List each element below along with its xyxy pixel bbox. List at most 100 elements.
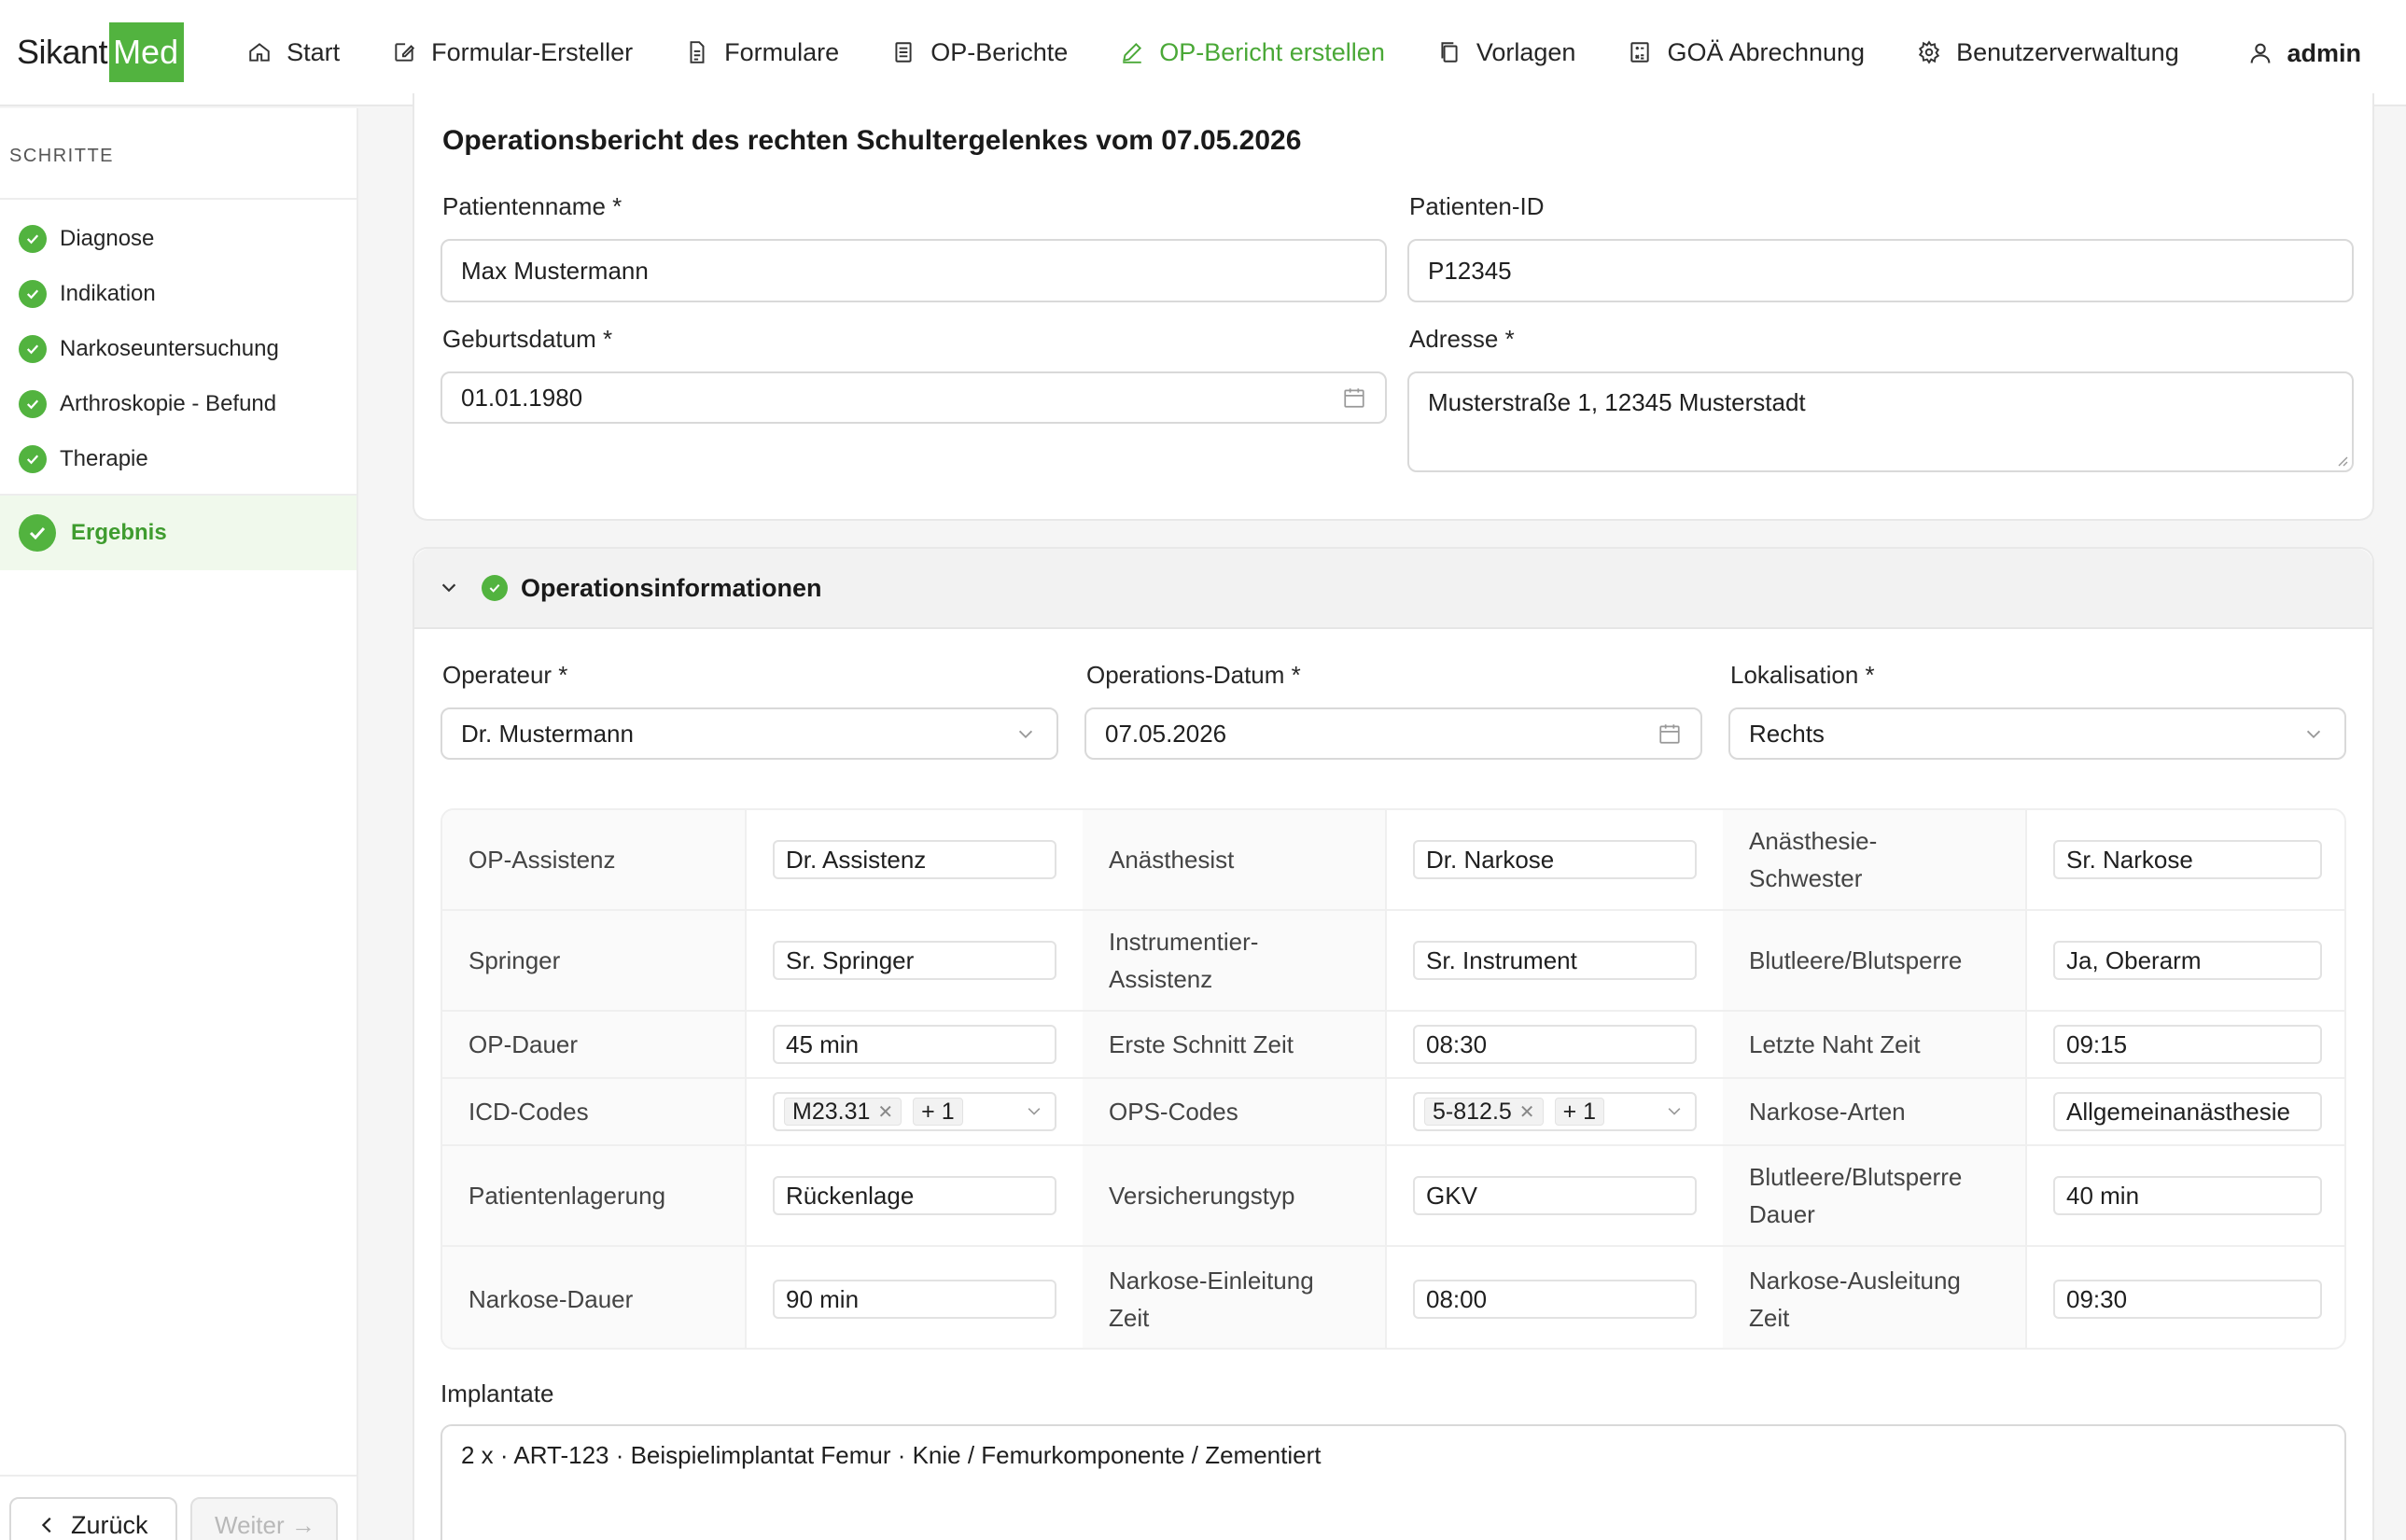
last-suture-time-input[interactable]: 09:15	[2053, 1025, 2322, 1064]
patient-id-input[interactable]: P12345	[1407, 239, 2354, 302]
step-therapie[interactable]: Therapie	[0, 431, 357, 486]
field-cell: Sr. Instrument	[1385, 911, 1723, 1010]
check-icon	[19, 334, 47, 363]
field-label: Anästhesie-Schwester	[1723, 810, 2025, 909]
chevron-left-icon	[41, 1517, 51, 1533]
sidebar-footer: Zurück Weiter →	[0, 1475, 357, 1540]
nav-item-user-management[interactable]: Benutzerverwaltung	[1891, 0, 2205, 105]
operator-value: Dr. Mustermann	[461, 719, 634, 748]
patient-positioning-input[interactable]: Rückenlage	[773, 1176, 1056, 1215]
implants-textarea[interactable]: 2 x · ART-123 · Beispielimplantat Femur …	[441, 1424, 2346, 1540]
field-cell: Sr. Springer	[745, 911, 1083, 1010]
nav-label: Vorlagen	[1476, 37, 1576, 66]
field-label: Narkose-Dauer	[442, 1247, 745, 1348]
calendar-icon[interactable]	[1342, 385, 1366, 410]
patient-name-input[interactable]: Max Mustermann	[441, 239, 1387, 302]
operator-select[interactable]: Dr. Mustermann	[441, 707, 1058, 760]
user-name: admin	[2287, 38, 2361, 67]
field-label: Narkose-Arten	[1723, 1079, 2025, 1144]
steps-sidebar: SCHRITTE Diagnose Indikation Narkoseunte…	[0, 108, 358, 1540]
nav-label: OP-Bericht erstellen	[1159, 37, 1385, 66]
op-date-label: Operations-Datum *	[1086, 661, 1301, 689]
nav-label: Benutzerverwaltung	[1956, 37, 2179, 66]
next-button[interactable]: Weiter →	[190, 1497, 338, 1540]
operation-details-grid: OP-Assistenz Dr. Assistenz Anästhesist D…	[441, 808, 2346, 1350]
field-label: Narkose-Einleitung Zeit	[1083, 1247, 1385, 1348]
anesthesia-nurse-input[interactable]: Sr. Narkose	[2053, 840, 2322, 879]
op-date-input[interactable]: 07.05.2026	[1084, 707, 1702, 760]
nav-item-op-reports[interactable]: OP-Berichte	[865, 0, 1094, 105]
step-indikation[interactable]: Indikation	[0, 266, 357, 321]
nav-label: Formular-Ersteller	[431, 37, 634, 66]
operation-info-header[interactable]: Operationsinformationen	[414, 549, 2372, 629]
springer-input[interactable]: Sr. Springer	[773, 941, 1056, 980]
tourniquet-input[interactable]: Ja, Oberarm	[2053, 941, 2322, 980]
step-label: Ergebnis	[71, 520, 167, 545]
pen-icon	[1123, 42, 1142, 63]
patient-id-value: P12345	[1428, 256, 1512, 285]
table-row: OP-Dauer 45 min Erste Schnitt Zeit 08:30…	[442, 1012, 2344, 1079]
list-icon	[895, 42, 912, 63]
nav-item-start[interactable]: Start	[221, 0, 366, 105]
nav-item-create-op-report[interactable]: OP-Bericht erstellen	[1094, 0, 1411, 105]
more-tags-badge: + 1	[913, 1098, 963, 1126]
check-icon	[19, 279, 47, 308]
user-menu[interactable]: admin	[2247, 0, 2361, 106]
field-label: Versicherungstyp	[1083, 1146, 1385, 1245]
remove-tag-icon[interactable]: ✕	[877, 1100, 893, 1124]
field-cell: Allgemeinanästhesie	[2025, 1079, 2344, 1144]
remove-tag-icon[interactable]: ✕	[1519, 1100, 1535, 1124]
step-label: Narkoseuntersuchung	[60, 335, 279, 361]
patient-card: Operationsbericht des rechten Schulterge…	[413, 93, 2374, 521]
logo[interactable]: Sikant Med	[17, 22, 185, 82]
chevron-down-icon	[1018, 730, 1033, 739]
back-button-label: Zurück	[71, 1510, 148, 1539]
nav-item-forms[interactable]: Formulare	[659, 0, 865, 105]
first-incision-time-input[interactable]: 08:30	[1413, 1025, 1697, 1064]
calendar-icon[interactable]	[1658, 721, 1682, 746]
anesthesia-emergence-time-input[interactable]: 09:30	[2053, 1280, 2322, 1319]
chevron-down-icon	[1668, 1108, 1681, 1115]
tourniquet-duration-input[interactable]: 40 min	[2053, 1176, 2322, 1215]
location-value: Rechts	[1749, 719, 1825, 748]
ops-codes-select[interactable]: 5-812.5 ✕ + 1	[1413, 1092, 1697, 1131]
op-assistant-input[interactable]: Dr. Assistenz	[773, 840, 1056, 879]
field-label: ICD-Codes	[442, 1079, 745, 1144]
resize-handle-icon[interactable]	[2333, 452, 2348, 467]
nav-item-templates[interactable]: Vorlagen	[1411, 0, 1602, 105]
step-diagnose[interactable]: Diagnose	[0, 211, 357, 266]
nav-item-goae-billing[interactable]: GOÄ Abrechnung	[1602, 0, 1891, 105]
anesthesia-types-input[interactable]: Allgemeinanästhesie	[2053, 1092, 2322, 1131]
field-label: Blutleere/Blutsperre	[1723, 911, 2025, 1010]
field-cell: Sr. Narkose	[2025, 810, 2344, 909]
field-label: OPS-Codes	[1083, 1079, 1385, 1144]
nav-item-form-builder[interactable]: Formular-Ersteller	[366, 0, 659, 105]
birthdate-label: Geburtsdatum *	[442, 325, 613, 353]
step-narkoseuntersuchung[interactable]: Narkoseuntersuchung	[0, 321, 357, 376]
check-icon	[19, 389, 47, 418]
step-arthroskopie-befund[interactable]: Arthroskopie - Befund	[0, 376, 357, 431]
insurance-type-input[interactable]: GKV	[1413, 1176, 1697, 1215]
section-title: Operationsinformationen	[521, 573, 822, 602]
field-label: Instrumentier-Assistenz	[1083, 911, 1385, 1010]
field-cell: 09:15	[2025, 1012, 2344, 1077]
op-duration-input[interactable]: 45 min	[773, 1025, 1056, 1064]
field-label: OP-Assistenz	[442, 810, 745, 909]
icd-codes-select[interactable]: M23.31 ✕ + 1	[773, 1092, 1056, 1131]
chevron-down-icon[interactable]	[439, 578, 459, 598]
address-textarea[interactable]: Musterstraße 1, 12345 Musterstadt	[1407, 371, 2354, 472]
anesthetist-input[interactable]: Dr. Narkose	[1413, 840, 1697, 879]
field-cell: Dr. Narkose	[1385, 810, 1723, 909]
instrument-assistant-input[interactable]: Sr. Instrument	[1413, 941, 1697, 980]
anesthesia-induction-time-input[interactable]: 08:00	[1413, 1280, 1697, 1319]
field-cell: 45 min	[745, 1012, 1083, 1077]
user-icon	[2251, 43, 2271, 63]
back-button[interactable]: Zurück	[9, 1497, 177, 1540]
field-cell: 08:00	[1385, 1247, 1723, 1348]
step-ergebnis[interactable]: Ergebnis	[0, 496, 357, 570]
birthdate-input[interactable]: 01.01.1980	[441, 371, 1387, 424]
operation-info-card: Operationsinformationen Operateur * Dr. …	[413, 547, 2374, 1540]
anesthesia-duration-input[interactable]: 90 min	[773, 1280, 1056, 1319]
location-select[interactable]: Rechts	[1728, 707, 2346, 760]
field-cell: 40 min	[2025, 1146, 2344, 1245]
